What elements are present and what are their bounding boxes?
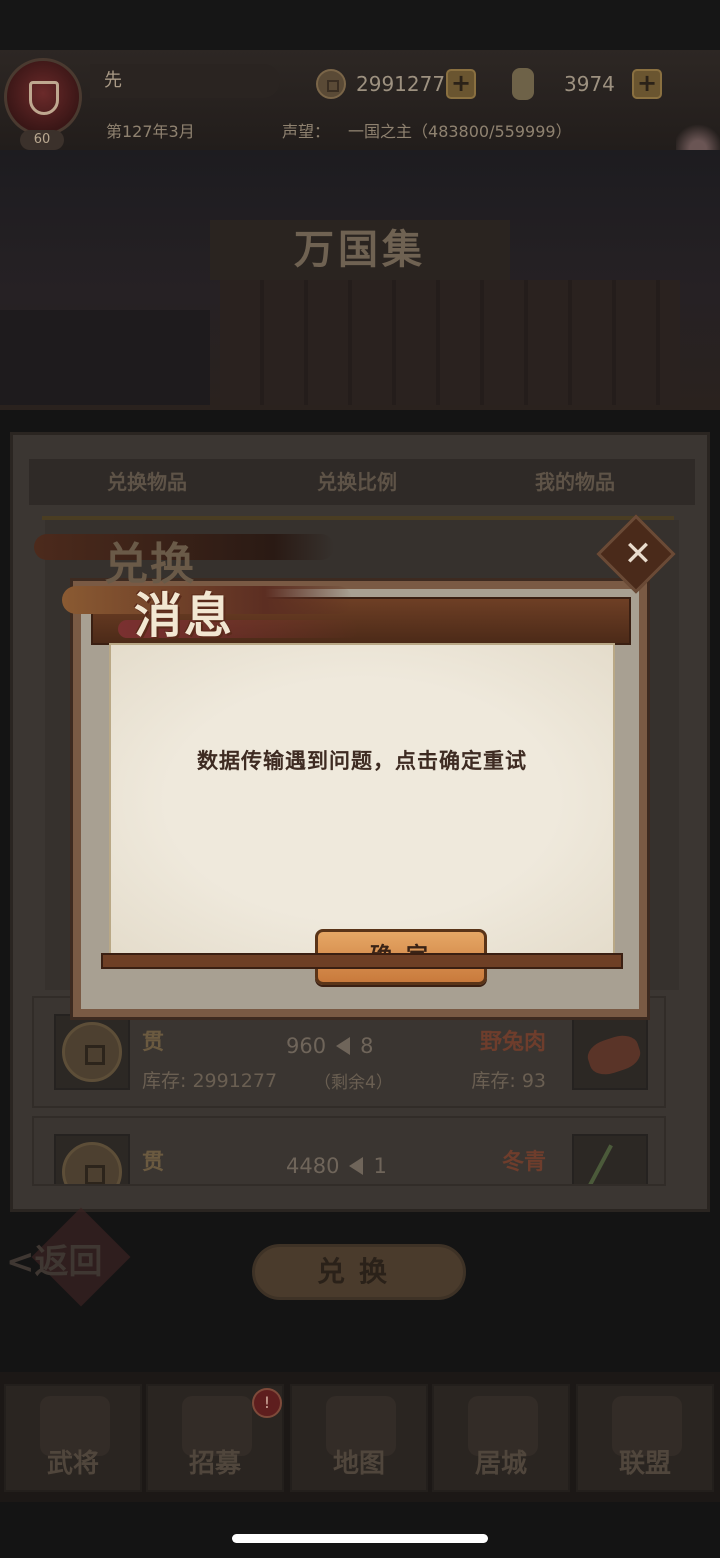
nav-label: 招募 [188, 1449, 241, 1479]
game-date: 第127年3月 [106, 122, 195, 141]
player-hud: 60 先 第127年3月 声望： 一国之主（483800/559999） 2991… [0, 50, 720, 184]
nav-map[interactable]: 地图 [290, 1384, 428, 1492]
exchange-table-header: 兑换物品 兑换比例 我的物品 [29, 459, 695, 505]
player-avatar[interactable] [4, 58, 82, 136]
nav-label: 联盟 [618, 1449, 671, 1479]
store-front [220, 280, 680, 405]
currency-slot [54, 1014, 130, 1090]
arrow-left-icon [336, 1037, 351, 1055]
ratio-gain: 8 [360, 1034, 374, 1058]
prestige-value: 一国之主（483800/559999） [348, 122, 572, 141]
player-name: 先 [90, 64, 280, 98]
nav-label: 地图 [332, 1449, 385, 1479]
exchange-ratio: 960 8 [286, 1034, 426, 1058]
chevron-left-icon: < [6, 1242, 35, 1282]
back-label: 返回 [34, 1242, 103, 1282]
status-bar-area [0, 0, 720, 50]
house-left [0, 310, 210, 405]
dialog-message: 数据传输遇到问题，点击确定重试 [197, 748, 527, 773]
coin-icon [316, 69, 346, 99]
ratio-cost: 960 [286, 1034, 327, 1058]
currency-slot [54, 1134, 130, 1184]
scroll-icon [512, 68, 534, 100]
exchange-button[interactable]: 兑换 [252, 1244, 466, 1300]
dialog-title: 消息 [134, 588, 235, 644]
left-item-stock: 库存: 2991277 [142, 1070, 278, 1092]
left-item-name: 贯 [142, 1149, 165, 1175]
coin-amount: 2991277 [356, 72, 446, 96]
scroll-currency: 3974 + [512, 68, 662, 100]
arrow-left-icon [349, 1157, 364, 1175]
column-my-item: 我的物品 [535, 470, 615, 494]
remaining-count: （剩余4） [314, 1073, 393, 1093]
column-exchange-ratio: 兑换比例 [317, 470, 397, 494]
close-icon[interactable]: ✕ [618, 534, 658, 574]
coin-icon [62, 1022, 122, 1082]
exchange-ratio: 4480 1 [286, 1154, 426, 1178]
modal-backdrop-trim [42, 516, 674, 520]
item-slot [572, 1134, 648, 1184]
prestige-label: 声望： [282, 122, 331, 141]
notification-badge: ! [252, 1388, 282, 1418]
right-item-name: 野兔肉 [479, 1029, 546, 1055]
herb-icon [585, 1144, 635, 1184]
table-row[interactable]: 贯 4480 1 冬青 [32, 1116, 666, 1186]
item-slot [572, 1014, 648, 1090]
dialog-paper: 数据传输遇到问题，点击确定重试 确定 [109, 643, 615, 985]
back-button[interactable]: <返回 [6, 1232, 122, 1292]
coin-icon [62, 1142, 122, 1184]
add-scrolls-button[interactable]: + [632, 69, 662, 99]
nav-castle[interactable]: 居城 [432, 1384, 570, 1492]
ratio-cost: 4480 [286, 1154, 340, 1178]
dialog-bottom-rail [101, 953, 623, 969]
store-scene: 万国集 [0, 150, 720, 410]
right-item-name: 冬青 [501, 1149, 546, 1175]
shield-icon [29, 81, 59, 115]
player-level: 60 [20, 130, 64, 150]
nav-label: 居城 [474, 1449, 527, 1479]
nav-label: 武将 [46, 1449, 99, 1479]
column-exchange-item: 兑换物品 [107, 470, 187, 494]
nav-generals[interactable]: 武将 [4, 1384, 142, 1492]
right-item-stock: 库存: 93 [471, 1070, 546, 1092]
left-item-name: 贯 [142, 1029, 165, 1055]
home-indicator[interactable] [232, 1534, 488, 1543]
scroll-amount: 3974 [564, 72, 615, 96]
ratio-gain: 1 [373, 1154, 387, 1178]
nav-alliance[interactable]: 联盟 [576, 1384, 714, 1492]
add-coins-button[interactable]: + [446, 69, 476, 99]
meat-icon [584, 1030, 644, 1080]
coin-currency: 2991277 + [316, 68, 476, 100]
prestige-info: 声望： 一国之主（483800/559999） [282, 118, 572, 142]
store-title: 万国集 [210, 220, 510, 280]
